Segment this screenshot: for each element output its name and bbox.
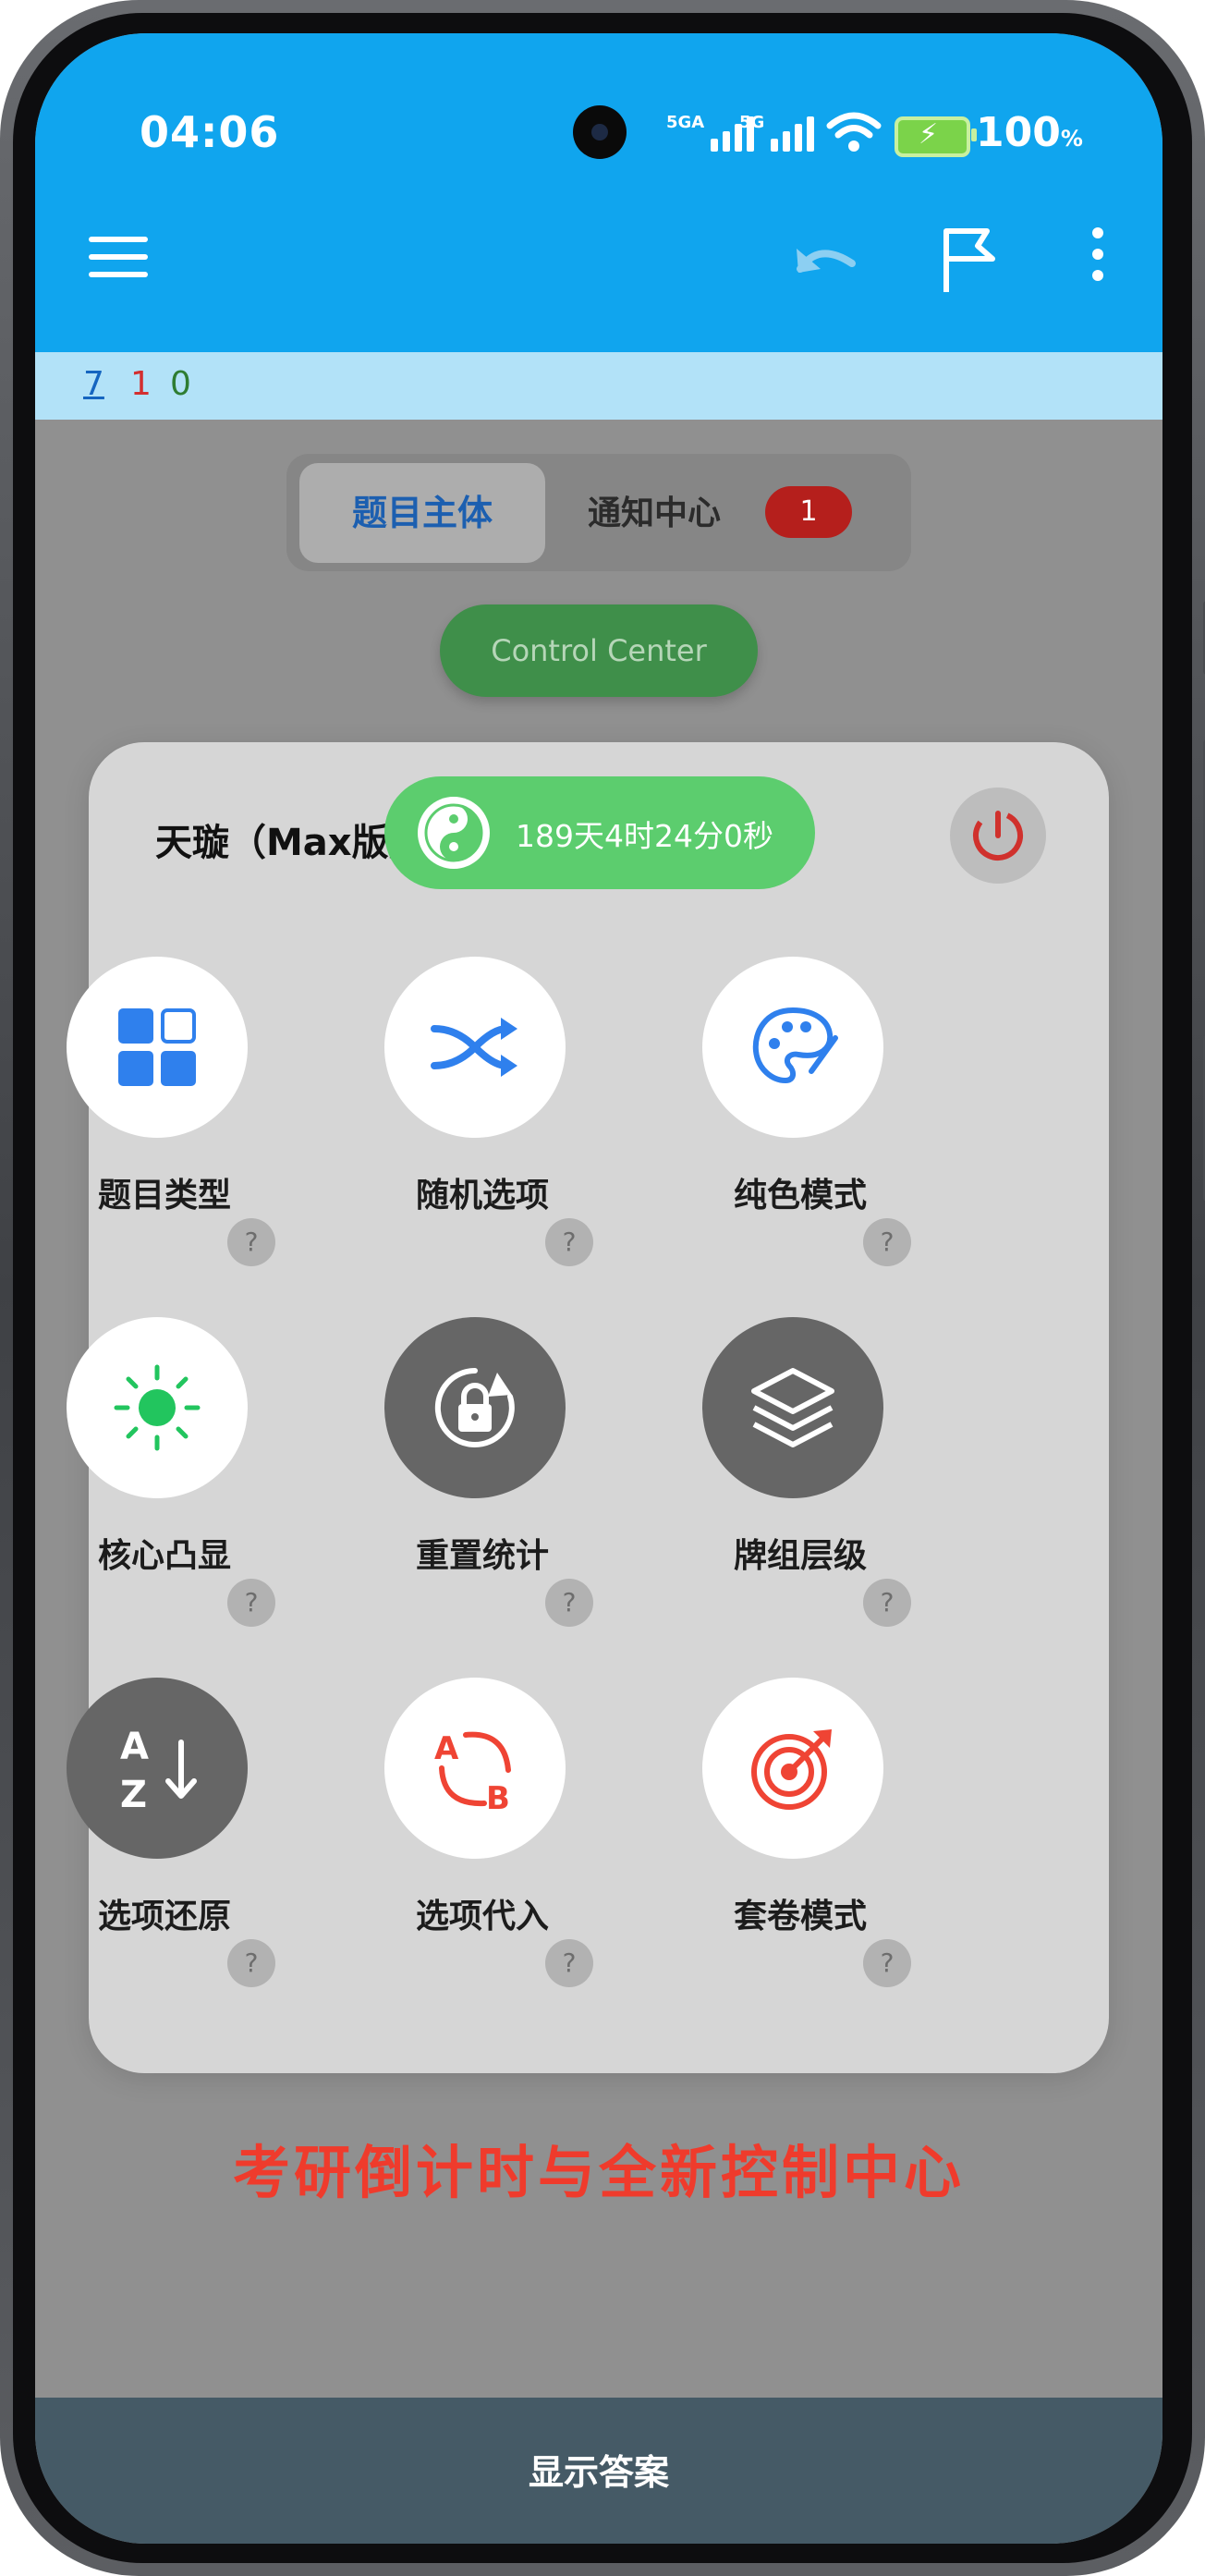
- count-red: 1: [130, 365, 152, 403]
- tile-label: 纯色模式: [733, 1177, 867, 1215]
- help-button[interactable]: ?: [227, 1939, 275, 1987]
- tile-random-options[interactable]: [384, 957, 566, 1138]
- tile-label: 题目类型: [97, 1177, 231, 1215]
- help-button[interactable]: ?: [545, 1579, 593, 1627]
- battery-icon: ⚡: [895, 116, 977, 157]
- tile-label: 牌组层级: [733, 1537, 867, 1575]
- help-button[interactable]: ?: [545, 1218, 593, 1266]
- svg-text:A: A: [434, 1730, 459, 1767]
- tile-reset-stats[interactable]: [384, 1317, 566, 1498]
- sun-icon: [114, 1364, 201, 1451]
- count-blue[interactable]: 7: [83, 365, 104, 403]
- status-time: 04:06: [140, 107, 280, 157]
- tab-subject[interactable]: 题目主体: [299, 463, 545, 563]
- tile-label: 重置统计: [415, 1537, 549, 1575]
- target-icon: [751, 1729, 832, 1810]
- notification-badge: 1: [765, 486, 852, 538]
- flag-icon[interactable]: [939, 226, 1000, 296]
- app-bar: 04:06 5GA 5G ⚡ 100%: [35, 33, 1162, 352]
- countdown-text: 189天4时24分0秒: [516, 818, 773, 854]
- tile-core-highlight[interactable]: [67, 1317, 248, 1498]
- sort-az-icon: A Z: [120, 1726, 197, 1814]
- front-camera: [573, 105, 627, 159]
- help-button[interactable]: ?: [863, 1218, 911, 1266]
- power-icon: [973, 811, 1023, 861]
- tile-label: 选项还原: [97, 1898, 231, 1935]
- tile-deck-hierarchy[interactable]: [702, 1317, 883, 1498]
- shuffle-icon: [431, 1018, 517, 1077]
- help-button[interactable]: ?: [227, 1579, 275, 1627]
- wifi-icon: [826, 112, 882, 152]
- help-button[interactable]: ?: [227, 1218, 275, 1266]
- tab-notifications[interactable]: 通知中心: [588, 486, 721, 534]
- bottom-bar[interactable]: 显示答案: [35, 2398, 1162, 2544]
- signal-5g-icon: 5G: [739, 113, 815, 152]
- svg-text:B: B: [486, 1780, 510, 1814]
- undo-icon[interactable]: [791, 232, 861, 284]
- lock-reset-icon: [434, 1367, 515, 1447]
- tile-label: 核心凸显: [97, 1537, 231, 1575]
- promo-caption: 考研倒计时与全新控制中心: [232, 2139, 965, 2206]
- tile-label: 选项代入: [415, 1898, 549, 1935]
- yin-yang-icon: [418, 797, 490, 869]
- swap-ab-icon: A B: [434, 1730, 511, 1814]
- battery-percent: 100%: [976, 109, 1083, 156]
- tile-label: 随机选项: [415, 1177, 549, 1215]
- palette-icon: [752, 1007, 838, 1084]
- tile-test-paper-mode[interactable]: [702, 1678, 883, 1859]
- show-answer-button[interactable]: 显示答案: [35, 2444, 1162, 2495]
- count-green: 0: [170, 365, 191, 403]
- counter-bar: 7 1 0: [35, 352, 1162, 420]
- layers-icon: [751, 1368, 834, 1447]
- svg-text:Z: Z: [120, 1774, 147, 1814]
- control-center-button[interactable]: Control Center: [440, 604, 758, 697]
- help-button[interactable]: ?: [863, 1579, 911, 1627]
- screen: 04:06 5GA 5G ⚡ 100% 7 1 0 题目主体 通知中心 1 Co…: [35, 33, 1162, 2544]
- tile-label: 套卷模式: [733, 1898, 867, 1935]
- tile-question-type[interactable]: [67, 957, 248, 1138]
- help-button[interactable]: ?: [863, 1939, 911, 1987]
- more-vert-icon[interactable]: [1089, 227, 1107, 292]
- help-button[interactable]: ?: [545, 1939, 593, 1987]
- tile-option-restore[interactable]: A Z: [67, 1678, 248, 1859]
- tile-option-substitute[interactable]: A B: [384, 1678, 566, 1859]
- menu-icon[interactable]: [89, 237, 148, 283]
- grid-icon: [118, 1008, 196, 1086]
- tile-solid-color-mode[interactable]: [702, 957, 883, 1138]
- svg-text:A: A: [120, 1726, 149, 1768]
- signal-label: 5G: [739, 113, 765, 132]
- signal-label: 5GA: [666, 113, 705, 132]
- power-button[interactable]: [950, 787, 1046, 884]
